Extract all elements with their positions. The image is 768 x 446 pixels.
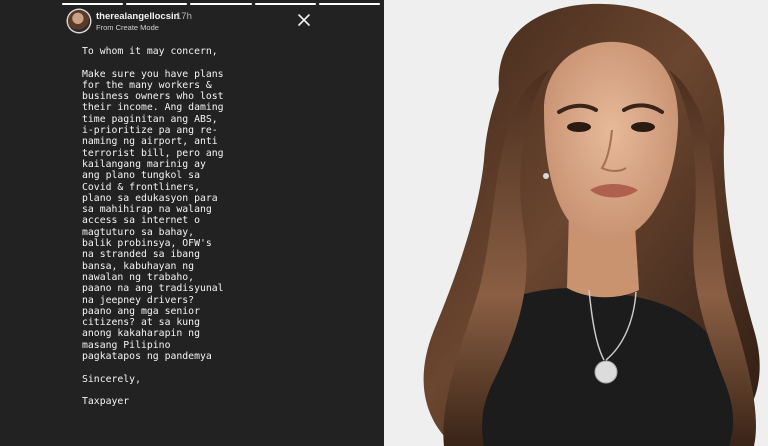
- story-timestamp: 17h: [176, 11, 192, 22]
- story-username[interactable]: therealangellocsin: [96, 11, 179, 22]
- story-progress-fill: [190, 3, 252, 5]
- portrait-photo: [384, 0, 768, 446]
- story-closing: Sincerely,: [82, 373, 141, 385]
- story-progress-bars: [62, 3, 381, 5]
- story-progress-fill: [254, 3, 316, 5]
- story-greeting: To whom it may concern,: [82, 46, 218, 57]
- story-progress-segment: [254, 3, 316, 5]
- story-signature: Taxpayer: [82, 396, 130, 408]
- story-progress-fill: [318, 3, 381, 5]
- story-progress-segment: [190, 3, 252, 5]
- portrait-illustration: [384, 0, 768, 446]
- story-subline: From Create Mode: [96, 23, 159, 32]
- composite-image: therealangellocsin 17h From Create Mode …: [0, 0, 768, 446]
- story-progress-segment: [126, 3, 188, 5]
- story-progress-fill: [126, 3, 188, 5]
- story-header: therealangellocsin 17h From Create Mode: [68, 10, 322, 34]
- story-text: To whom it may concern, Make sure you ha…: [82, 46, 322, 408]
- story-progress-segment: [62, 3, 124, 5]
- story-body: Make sure you have plans for the many wo…: [82, 68, 224, 363]
- instagram-story: therealangellocsin 17h From Create Mode …: [0, 0, 384, 446]
- close-icon: [298, 14, 310, 26]
- avatar[interactable]: [68, 10, 90, 32]
- story-progress-segment: [318, 3, 381, 5]
- close-button[interactable]: [296, 12, 312, 28]
- story-progress-fill: [62, 3, 124, 5]
